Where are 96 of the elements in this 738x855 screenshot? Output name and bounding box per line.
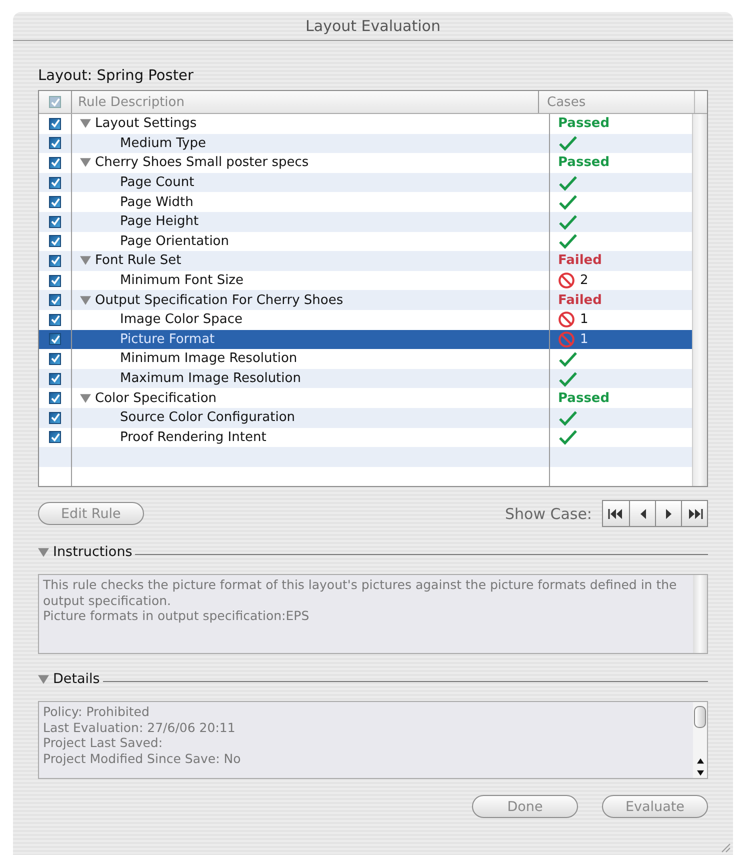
scrollbar[interactable] bbox=[693, 702, 707, 778]
scrollbar[interactable] bbox=[692, 114, 707, 486]
down-arrow-icon[interactable] bbox=[696, 770, 704, 776]
checkmark-icon bbox=[558, 410, 578, 426]
section-title: Instructions bbox=[53, 544, 132, 560]
disclosure-triangle-icon[interactable] bbox=[80, 392, 91, 404]
checkmark-icon bbox=[558, 194, 578, 210]
section-title: Details bbox=[53, 671, 100, 688]
case-count: 2 bbox=[580, 273, 588, 288]
rule-checkbox[interactable] bbox=[49, 216, 61, 228]
last-case-button[interactable] bbox=[681, 501, 707, 526]
text-line: Last Evaluation: 27/6/06 20:11 bbox=[43, 720, 236, 736]
text-line: Picture formats in output specification:EPS bbox=[43, 608, 310, 624]
rule-checkbox[interactable] bbox=[49, 333, 61, 346]
window-title: Layout Evaluation bbox=[306, 17, 440, 35]
scrollbar[interactable] bbox=[693, 575, 707, 654]
header-checkbox[interactable] bbox=[49, 96, 61, 108]
rule-checkbox[interactable] bbox=[49, 156, 61, 169]
rule-name: Page Width bbox=[120, 194, 194, 210]
rule-name: Proof Rendering Intent bbox=[120, 430, 266, 445]
next-case-button[interactable] bbox=[655, 501, 681, 526]
rule-checkbox[interactable] bbox=[49, 314, 61, 326]
text-line: This rule checks the picture format of this layout's pictures against the picture formats defined in the output specification. bbox=[43, 577, 678, 608]
show-case-label: Show Case: bbox=[504, 504, 592, 523]
disclosure-triangle-icon[interactable] bbox=[80, 118, 91, 130]
rule-checkbox[interactable] bbox=[49, 294, 61, 306]
rule-row[interactable]: Output Specification For Cherry Shoes Failed bbox=[39, 290, 692, 310]
rule-checkbox[interactable] bbox=[49, 118, 61, 130]
checkmark-icon bbox=[558, 233, 578, 250]
case-count: 1 bbox=[580, 332, 588, 347]
right-arrow-icon bbox=[664, 508, 672, 520]
text-line: Policy: Prohibited bbox=[43, 704, 150, 720]
text-line: Project Last Saved: bbox=[43, 735, 164, 751]
status-text: Failed bbox=[558, 292, 602, 308]
rule-checkbox[interactable] bbox=[49, 352, 61, 365]
skip-to-start-icon bbox=[608, 508, 624, 520]
skip-to-end-icon bbox=[686, 508, 702, 520]
rule-row[interactable]: Font Rule Set Failed bbox=[39, 251, 692, 271]
checkmark-icon bbox=[558, 174, 578, 191]
rule-checkbox[interactable] bbox=[49, 431, 61, 444]
disclosure-triangle-icon[interactable] bbox=[80, 157, 91, 168]
resize-grip-icon[interactable] bbox=[719, 841, 731, 853]
rule-checkbox[interactable] bbox=[49, 254, 61, 267]
rule-name: Page Count bbox=[120, 175, 194, 190]
rule-name: Color Specification bbox=[95, 390, 217, 406]
first-case-button[interactable] bbox=[603, 501, 629, 526]
rule-row[interactable]: Source Color Configuration bbox=[39, 408, 692, 428]
layout-label: Layout: Spring Poster bbox=[38, 68, 194, 84]
disclosure-triangle-icon[interactable] bbox=[38, 674, 49, 685]
left-arrow-icon bbox=[638, 508, 646, 520]
status-text: Passed bbox=[558, 155, 610, 170]
rule-row[interactable]: Page Height bbox=[39, 212, 692, 232]
rule-name: Maximum Image Resolution bbox=[120, 371, 301, 386]
case-navigation-control[interactable] bbox=[602, 500, 708, 528]
text-line: Project Modified Since Save: No bbox=[43, 750, 242, 766]
rule-name: Output Specification For Cherry Shoes bbox=[95, 292, 344, 308]
checkmark-icon bbox=[558, 350, 578, 367]
rule-checkbox[interactable] bbox=[49, 274, 61, 287]
rule-checkbox[interactable] bbox=[49, 392, 61, 404]
checkmark-icon bbox=[558, 429, 578, 446]
rule-name: Picture Format bbox=[120, 332, 215, 347]
disclosure-triangle-icon[interactable] bbox=[38, 546, 49, 558]
rule-name: Cherry Shoes Small poster specs bbox=[95, 155, 309, 170]
checkmark-icon bbox=[558, 370, 578, 387]
case-count: 1 bbox=[580, 312, 588, 328]
status-text: Failed bbox=[558, 253, 602, 268]
rule-name: Page Height bbox=[120, 214, 199, 230]
prohibited-icon bbox=[558, 311, 575, 328]
rule-checkbox[interactable] bbox=[49, 235, 61, 248]
rule-name: Minimum Image Resolution bbox=[120, 351, 298, 366]
rule-name: Font Rule Set bbox=[95, 253, 182, 268]
rule-name: Medium Type bbox=[120, 136, 206, 151]
up-arrow-icon[interactable] bbox=[696, 758, 704, 764]
disclosure-triangle-icon[interactable] bbox=[80, 255, 91, 266]
rule-name: Layout Settings bbox=[95, 116, 197, 132]
status-text: Passed bbox=[558, 116, 610, 132]
previous-case-button[interactable] bbox=[629, 501, 655, 526]
checkmark-icon bbox=[558, 135, 578, 152]
disclosure-triangle-icon[interactable] bbox=[80, 294, 91, 306]
rule-name: Image Color Space bbox=[120, 312, 243, 328]
rule-row[interactable]: Page Count bbox=[39, 172, 692, 192]
rule-checkbox[interactable] bbox=[49, 196, 61, 208]
checkmark-icon bbox=[558, 214, 578, 230]
rule-row[interactable]: Medium Type bbox=[39, 134, 692, 154]
rule-name: Minimum Font Size bbox=[120, 273, 244, 288]
prohibited-icon bbox=[558, 330, 575, 348]
rule-row[interactable]: Picture Format 1 bbox=[39, 330, 692, 350]
rule-checkbox[interactable] bbox=[49, 176, 61, 189]
rule-row[interactable]: Maximum Image Resolution bbox=[39, 368, 692, 388]
rule-checkbox[interactable] bbox=[49, 412, 61, 424]
status-text: Passed bbox=[558, 390, 610, 406]
rule-checkbox[interactable] bbox=[49, 137, 61, 150]
prohibited-icon bbox=[558, 272, 575, 290]
rule-checkbox[interactable] bbox=[49, 372, 61, 385]
rule-name: Page Orientation bbox=[120, 234, 229, 249]
rule-name: Source Color Configuration bbox=[120, 410, 296, 426]
